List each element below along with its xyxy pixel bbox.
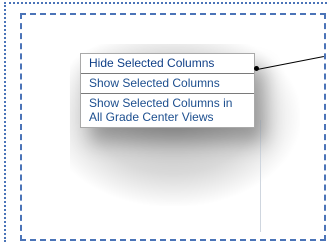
menu-item-show-selected-columns-all-views[interactable]: Show Selected Columns in All Grade Cente… xyxy=(81,93,254,127)
menu-item-hide-selected-columns[interactable]: Hide Selected Columns xyxy=(81,54,254,73)
callout-screenshot: Hide Selected Columns Show Selected Colu… xyxy=(0,0,327,242)
menu-item-show-selected-columns[interactable]: Show Selected Columns xyxy=(81,73,254,93)
column-visibility-menu: Hide Selected Columns Show Selected Colu… xyxy=(80,53,255,128)
background-divider xyxy=(260,120,261,232)
